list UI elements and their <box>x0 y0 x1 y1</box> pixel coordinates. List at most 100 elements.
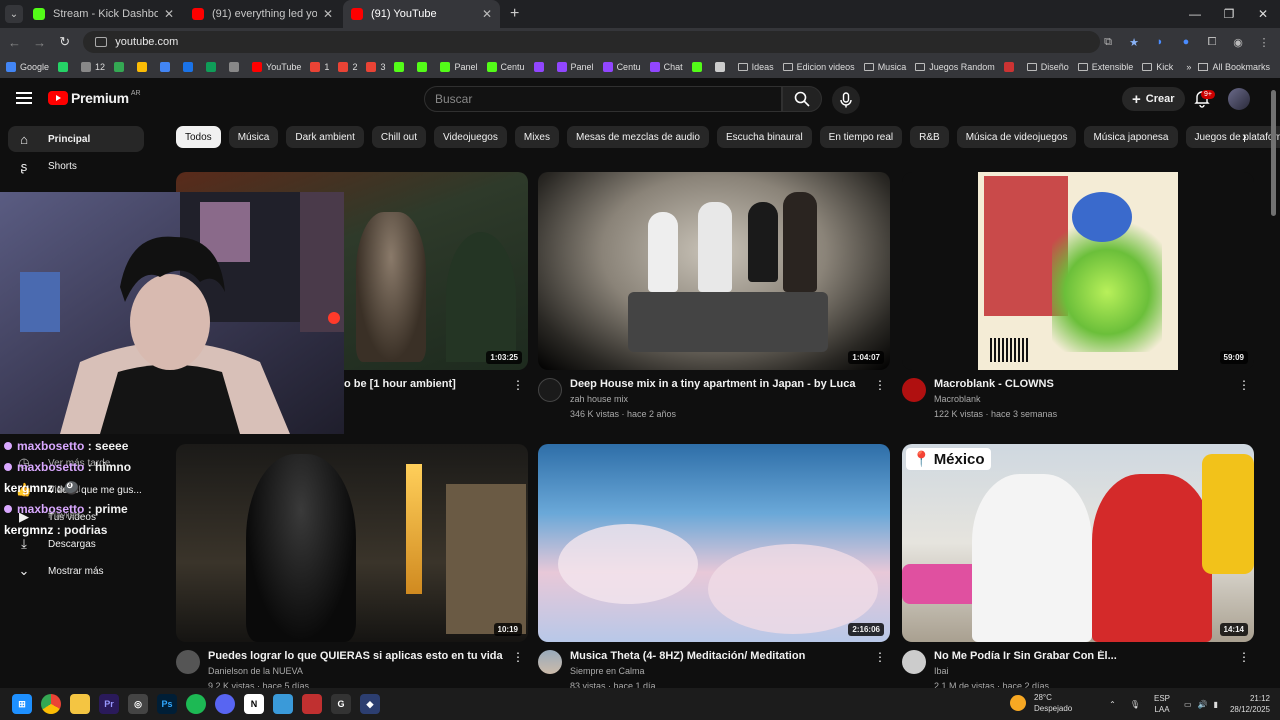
channel-name[interactable]: Danielson de la NUEVA <box>208 666 303 676</box>
app-icon[interactable] <box>302 694 322 714</box>
bookmark-item[interactable] <box>533 62 548 72</box>
bookmark-item[interactable]: Centu <box>486 62 525 72</box>
star-icon[interactable]: ★ <box>1126 34 1142 50</box>
filter-chip[interactable]: Escucha binaural <box>716 126 812 148</box>
bookmark-item[interactable]: Chat <box>649 62 683 72</box>
video-title[interactable]: Macroblank - CLOWNS <box>934 378 1234 390</box>
forward-icon[interactable]: → <box>29 35 50 50</box>
bookmark-item[interactable] <box>206 62 220 72</box>
bookmark-item[interactable]: Panel <box>556 62 594 72</box>
filter-chip[interactable]: Música japonesa <box>1084 126 1178 148</box>
photoshop-icon[interactable]: Ps <box>157 694 177 714</box>
bookmark-item[interactable]: Diseño <box>1026 62 1069 72</box>
channel-avatar[interactable] <box>902 650 926 674</box>
video-thumbnail[interactable]: 1:04:07 <box>538 172 890 370</box>
obs-icon[interactable]: ◎ <box>128 694 148 714</box>
app-icon[interactable]: G <box>331 694 351 714</box>
search-button[interactable] <box>782 86 822 112</box>
menu-icon[interactable]: ⋮ <box>1256 34 1272 50</box>
bookmark-item[interactable] <box>183 62 197 72</box>
notepad-icon[interactable] <box>273 694 293 714</box>
chevron-right-icon[interactable]: › <box>1242 128 1247 144</box>
video-title[interactable]: Puedes lograr lo que QUIERAS si aplicas … <box>208 650 508 662</box>
bookmark-item[interactable]: 2 <box>338 62 357 72</box>
weather-widget[interactable]: 28°C Despejado <box>1010 692 1072 714</box>
new-tab-button[interactable]: + <box>510 5 519 23</box>
notion-icon[interactable]: N <box>244 694 264 714</box>
video-thumbnail[interactable]: 59:09 <box>902 172 1254 370</box>
bookmark-item[interactable] <box>394 62 408 72</box>
bookmark-item[interactable] <box>691 62 706 72</box>
restore-icon[interactable]: ❐ <box>1212 0 1246 28</box>
video-thumbnail[interactable]: 10:19 <box>176 444 528 642</box>
bookmark-item[interactable] <box>114 62 128 72</box>
channel-name[interactable]: Siempre en Calma <box>570 666 645 676</box>
more-options-icon[interactable]: ⋮ <box>874 378 886 392</box>
filter-chip[interactable]: Música de videojuegos <box>956 126 1077 148</box>
url-input[interactable]: youtube.com <box>83 31 1100 53</box>
extension-icon[interactable]: ◗ <box>1152 34 1168 50</box>
bookmark-item[interactable] <box>160 62 174 72</box>
channel-avatar[interactable] <box>902 378 926 402</box>
more-options-icon[interactable]: ⋮ <box>1238 378 1250 392</box>
bookmark-item[interactable]: Musica <box>863 62 906 72</box>
bookmark-item[interactable]: 1 <box>310 62 329 72</box>
filter-chip[interactable]: Música <box>228 126 279 148</box>
volume-icon[interactable]: 🔊 <box>1198 700 1208 709</box>
video-title[interactable]: No Me Podía Ir Sin Grabar Con Él... <box>934 650 1234 662</box>
channel-name[interactable]: Ibai <box>934 666 949 676</box>
language-indicator[interactable]: ESP LAA <box>1154 693 1170 715</box>
channel-name[interactable]: zah house mix <box>570 394 628 404</box>
avatar[interactable] <box>1228 88 1250 110</box>
file-explorer-icon[interactable] <box>70 694 90 714</box>
bookmark-item[interactable] <box>137 62 151 72</box>
bookmark-item[interactable]: 3 <box>366 62 385 72</box>
bookmarks-overflow-icon[interactable]: » <box>1186 62 1191 72</box>
discord-icon[interactable] <box>215 694 235 714</box>
bookmark-item[interactable] <box>58 62 72 72</box>
menu-icon[interactable] <box>16 92 32 104</box>
more-options-icon[interactable]: ⋮ <box>512 650 524 664</box>
tray-chevron-icon[interactable]: ⌃ <box>1109 700 1116 709</box>
filter-chip[interactable]: En tiempo real <box>819 126 903 148</box>
bookmark-item[interactable]: Panel <box>440 62 478 72</box>
tab-kick[interactable]: Stream - Kick Dashboard ✕ <box>25 0 182 28</box>
puzzle-icon[interactable]: ⧠ <box>1204 34 1220 50</box>
close-icon[interactable]: ✕ <box>482 7 492 21</box>
close-icon[interactable]: ✕ <box>323 7 333 21</box>
bookmark-item[interactable] <box>714 62 729 72</box>
bookmark-item[interactable]: Extensible <box>1077 62 1133 72</box>
filter-chip[interactable]: R&B <box>910 126 949 148</box>
voice-search-button[interactable] <box>832 86 860 114</box>
filter-chip[interactable]: Dark ambient <box>286 126 364 148</box>
all-bookmarks-button[interactable]: All Bookmarks <box>1198 62 1270 72</box>
filter-chip[interactable]: Mixes <box>514 126 559 148</box>
app-icon[interactable]: ◆ <box>360 694 380 714</box>
tab-youtube-video[interactable]: (91) everything led you here - Y ✕ <box>184 0 341 28</box>
close-window-icon[interactable]: ✕ <box>1246 0 1280 28</box>
tab-youtube[interactable]: (91) YouTube ✕ <box>343 0 500 28</box>
channel-name[interactable]: Macroblank <box>934 394 981 404</box>
channel-avatar[interactable] <box>176 650 200 674</box>
more-options-icon[interactable]: ⋮ <box>874 650 886 664</box>
windows-start-icon[interactable]: ⊞ <box>12 694 32 714</box>
filter-chip[interactable]: Mesas de mezclas de audio <box>566 126 709 148</box>
youtube-logo[interactable]: Premium AR <box>48 90 141 106</box>
bookmark-item[interactable]: Juegos Random <box>915 62 995 72</box>
bookmark-item[interactable] <box>1003 62 1018 72</box>
scrollbar-thumb[interactable] <box>1271 90 1276 216</box>
bookmark-item[interactable]: Kick <box>1142 62 1173 72</box>
extension-icon[interactable]: ● <box>1178 34 1194 50</box>
clock[interactable]: 21:12 28/12/2025 <box>1230 693 1270 715</box>
bookmark-item[interactable] <box>417 62 431 72</box>
tab-search-icon[interactable]: ⌄ <box>5 5 23 23</box>
site-info-icon[interactable] <box>95 37 108 47</box>
video-thumbnail[interactable]: 📍 México 14:14 <box>902 444 1254 642</box>
channel-avatar[interactable] <box>538 650 562 674</box>
bookmark-item[interactable]: Centu <box>602 62 641 72</box>
spotify-icon[interactable] <box>186 694 206 714</box>
mic-icon[interactable]: 🎙 <box>1130 700 1140 709</box>
channel-avatar[interactable] <box>538 378 562 402</box>
search-input[interactable]: Buscar <box>424 86 782 112</box>
profile-icon[interactable]: ◉ <box>1230 34 1246 50</box>
